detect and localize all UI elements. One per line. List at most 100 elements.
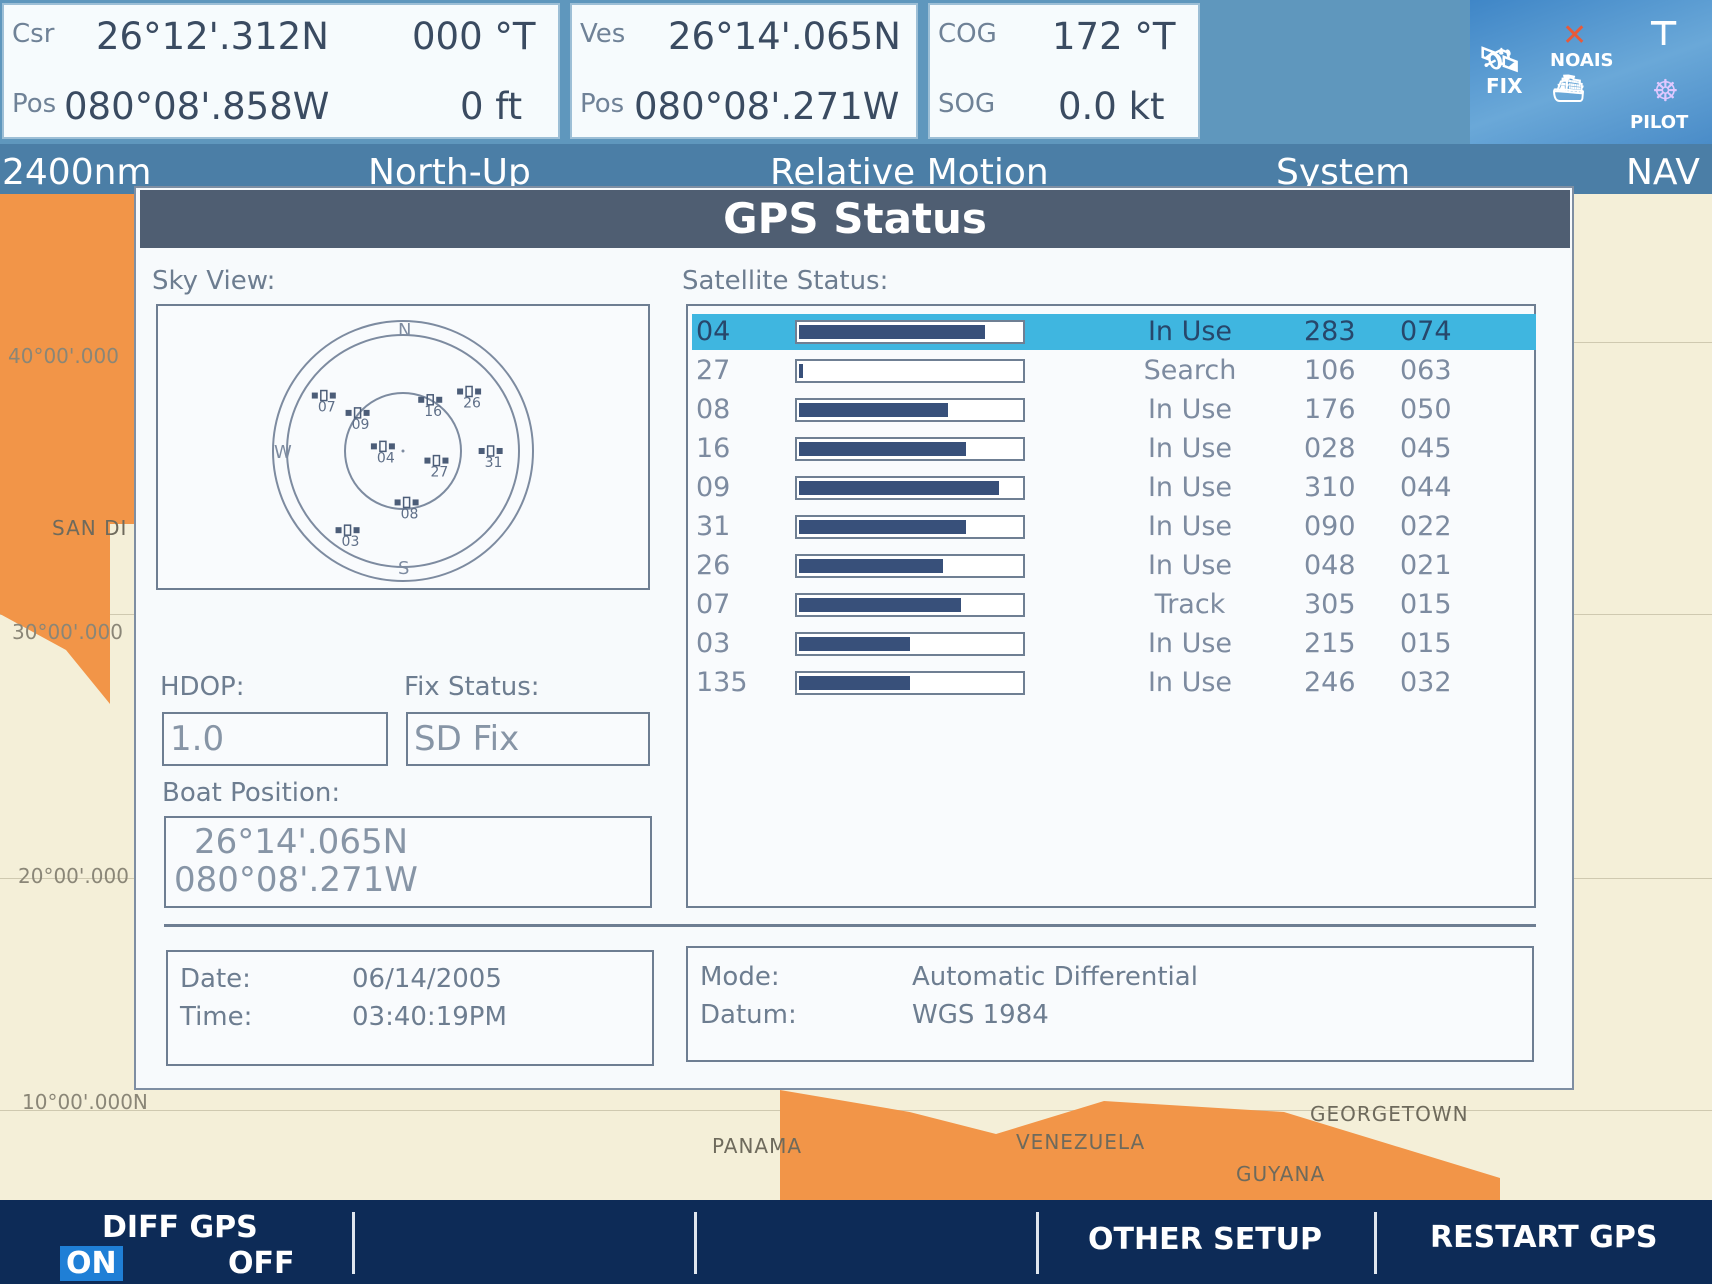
satellite-azimuth: 246 (1304, 667, 1356, 698)
cog-sog-data-box[interactable]: COG 172 °T SOG 0.0 kt (928, 3, 1200, 139)
hdop-field: 1.0 (162, 712, 388, 766)
signal-strength-bar (795, 437, 1025, 461)
vessel-latitude: 26°14'.065N (668, 15, 901, 58)
satellite-row[interactable]: 03 In Use 215 015 (692, 626, 1536, 662)
time-value: 03:40:19PM (352, 1002, 507, 1032)
signal-strength-bar (795, 398, 1025, 422)
signal-strength-bar (795, 671, 1025, 695)
softkey-3-empty[interactable] (698, 1200, 1034, 1284)
signal-strength-fill (799, 403, 948, 417)
diff-gps-off-option[interactable]: OFF (228, 1246, 295, 1281)
sky-satellite-label: 16 (424, 404, 442, 420)
sog-label: SOG (938, 89, 996, 119)
vessel-data-box[interactable]: Ves 26°14'.065N Pos 080°08'.271W (570, 3, 918, 139)
mode-label: Mode: (700, 962, 780, 992)
sky-satellite-label: 03 (342, 534, 360, 550)
other-setup-softkey[interactable]: OTHER SETUP (1040, 1200, 1374, 1284)
satellite-panel (457, 388, 464, 395)
lat-label-40: 40°00'.000 (8, 344, 119, 368)
status-icons-panel[interactable]: 🛰 FIX ✕ NOAIS ⛴ ⊤ ☸ PILOT (1470, 0, 1712, 144)
satellite-row[interactable]: 135 In Use 246 032 (692, 665, 1536, 701)
time-label: Time: (180, 1002, 253, 1032)
satellite-panel (475, 388, 482, 395)
sky-satellite-label: 31 (485, 455, 503, 471)
signal-strength-bar (795, 359, 1025, 383)
satellite-row[interactable]: 16 In Use 028 045 (692, 431, 1536, 467)
nav-mode[interactable]: NAV (1626, 152, 1700, 193)
satellite-azimuth: 215 (1304, 628, 1356, 659)
boat-icon: ⛴ (1552, 74, 1586, 104)
diff-gps-softkey[interactable]: DIFF GPS ON OFF (0, 1200, 350, 1284)
satellite-row[interactable]: 08 In Use 176 050 (692, 392, 1536, 428)
sky-satellite-marker: 03 (335, 524, 360, 550)
signal-strength-fill (799, 520, 966, 534)
satellite-elevation: 015 (1400, 628, 1452, 659)
softkey-2-empty[interactable] (356, 1200, 694, 1284)
satellite-row[interactable]: 07 Track 305 015 (692, 587, 1536, 623)
satellite-panel (363, 409, 370, 416)
satellite-panel (496, 448, 503, 454)
sky-satellite-marker: 31 (478, 445, 503, 471)
satellite-prn: 16 (696, 433, 731, 464)
satellite-prn: 04 (696, 316, 731, 347)
signal-strength-fill (799, 676, 910, 690)
satellite-status: In Use (1147, 316, 1233, 347)
noais-label: NOAIS (1550, 50, 1614, 71)
range-readout[interactable]: 2400nm (2, 152, 152, 193)
signal-strength-fill (799, 559, 943, 573)
satellite-panel (442, 457, 449, 464)
satellite-row[interactable]: 04 In Use 283 074 (692, 314, 1536, 350)
satellite-panel (345, 409, 352, 416)
satellite-prn: 31 (696, 511, 731, 542)
satellite-prn: 27 (696, 355, 731, 386)
signal-strength-bar (795, 515, 1025, 539)
sky-satellite-marker: 27 (424, 454, 449, 481)
csr-longitude: 080°08'.858W (64, 85, 330, 128)
satellite-status: In Use (1147, 472, 1233, 503)
satellite-row[interactable]: 27 Search 106 063 (692, 353, 1536, 389)
softkey-divider (1036, 1212, 1039, 1274)
satellite-status: In Use (1147, 628, 1233, 659)
satellite-row[interactable]: 26 In Use 048 021 (692, 548, 1536, 584)
sky-satellite-marker: 07 (311, 389, 336, 416)
cardinal-w: W (274, 442, 292, 463)
date-value: 06/14/2005 (352, 964, 502, 994)
satellite-row[interactable]: 31 In Use 090 022 (692, 509, 1536, 545)
signal-strength-fill (799, 598, 961, 612)
sky-view-plot: N S W 07 09 16 26 04 27 31 08 03 (272, 320, 534, 582)
mode-value: Automatic Differential (912, 962, 1198, 992)
satellite-status: In Use (1147, 394, 1233, 425)
diff-gps-on-option[interactable]: ON (60, 1246, 123, 1281)
signal-strength-fill (799, 364, 803, 378)
sky-satellites: 07 09 16 26 04 27 31 08 03 (311, 385, 503, 550)
autopilot-wheel-icon: ☸ (1652, 74, 1679, 109)
other-setup-label: OTHER SETUP (1088, 1222, 1323, 1257)
satellite-elevation: 022 (1400, 511, 1452, 542)
satellite-panel (436, 396, 443, 403)
satellite-azimuth: 048 (1304, 550, 1356, 581)
sky-satellite-marker: 16 (418, 394, 443, 420)
satellite-status: Track (1154, 589, 1226, 620)
cursor-data-box[interactable]: Csr 26°12'.312N 000 °T Pos 080°08'.858W … (2, 3, 560, 139)
no-ais-x-icon: ✕ (1562, 18, 1588, 53)
satellite-panel (335, 527, 342, 534)
signal-strength-bar (795, 476, 1025, 500)
satellite-row[interactable]: 09 In Use 310 044 (692, 470, 1536, 506)
fix-status-field: SD Fix (406, 712, 650, 766)
satellite-azimuth: 310 (1304, 472, 1356, 503)
satellite-panel (394, 499, 401, 506)
satellite-azimuth: 283 (1304, 316, 1356, 347)
ves-label: Ves (580, 19, 626, 49)
fix-status-label: Fix Status: (404, 672, 540, 702)
signal-strength-fill (799, 442, 966, 456)
csr-heading: 000 °T (412, 15, 536, 58)
satellite-elevation: 045 (1400, 433, 1452, 464)
satellite-status-label: Satellite Status: (682, 266, 889, 296)
satellite-elevation: 015 (1400, 589, 1452, 620)
csr-label: Csr (12, 19, 55, 49)
lat-label-20: 20°00'.000 (18, 864, 129, 888)
top-data-bar: Csr 26°12'.312N 000 °T Pos 080°08'.858W … (0, 0, 1712, 144)
restart-gps-softkey[interactable]: RESTART GPS (1378, 1200, 1712, 1284)
signal-strength-fill (799, 637, 910, 651)
satellite-elevation: 021 (1400, 550, 1452, 581)
